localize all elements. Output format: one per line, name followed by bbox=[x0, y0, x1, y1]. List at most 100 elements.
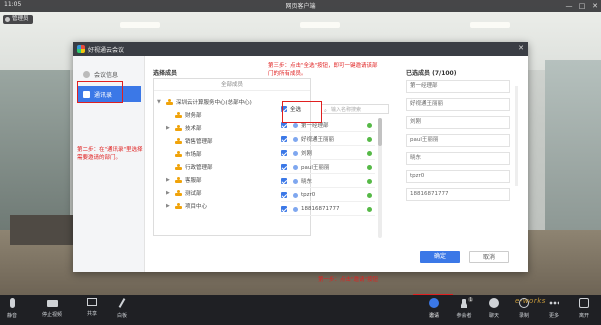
member-checkbox[interactable] bbox=[281, 178, 287, 184]
selected-member[interactable]: 刘刚 bbox=[406, 116, 510, 129]
member-row[interactable]: 好视通王丽丽 bbox=[281, 133, 375, 146]
chevron-down-icon[interactable]: ▼ bbox=[157, 99, 163, 105]
online-status-icon bbox=[367, 179, 372, 184]
tree-node[interactable]: ▶ 测试部 bbox=[166, 187, 202, 198]
toolbar-label: 共享 bbox=[86, 311, 97, 317]
toolbar-label: 白板 bbox=[116, 313, 127, 319]
tree-node-label: 技术部 bbox=[185, 125, 202, 132]
leave-button[interactable]: 离开 bbox=[572, 298, 596, 322]
tree-node-label: 客服部 bbox=[185, 177, 202, 184]
mute-button[interactable]: 静音 bbox=[0, 298, 24, 322]
tree-node[interactable]: 市场部 bbox=[166, 148, 202, 159]
tree-node-label: 销售管理部 bbox=[185, 138, 213, 145]
maximize-button[interactable]: □ bbox=[576, 0, 588, 12]
dialog-titlebar[interactable]: 好视通云会议 ✕ bbox=[73, 42, 528, 56]
highlight-select-all bbox=[282, 101, 322, 123]
user-icon bbox=[5, 17, 10, 22]
ceiling-light bbox=[470, 22, 510, 28]
meeting-toolbar: 静音 停止视频 共享 白板 邀请 1 参会者 聊天 录制 更多 离开 bbox=[0, 295, 601, 325]
user-icon bbox=[293, 122, 298, 128]
tree-node[interactable]: ▶ 项目中心 bbox=[166, 200, 207, 211]
toolbar-label: 参会者 bbox=[456, 313, 472, 319]
user-icon bbox=[293, 164, 298, 170]
chat-button[interactable]: 聊天 bbox=[482, 298, 506, 322]
toolbar-label: 停止视频 bbox=[41, 312, 62, 318]
watermark-logo: e-works bbox=[515, 297, 546, 305]
tree-node[interactable]: 行政管理部 bbox=[166, 161, 213, 172]
chevron-right-icon[interactable]: ▶ bbox=[166, 190, 172, 196]
whiteboard-icon bbox=[118, 298, 126, 308]
top-status-bar: 11:05 网页客户端 — □ ✕ bbox=[0, 0, 601, 12]
selected-member[interactable]: tpzr0 bbox=[406, 170, 510, 183]
chevron-right-icon[interactable]: ▶ bbox=[166, 203, 172, 209]
member-checkbox[interactable] bbox=[281, 192, 287, 198]
tree-node-label: 财务部 bbox=[185, 112, 202, 119]
sidebar-item-label: 会议信息 bbox=[94, 71, 119, 79]
member-row[interactable]: 晓东 bbox=[281, 175, 375, 188]
ok-button[interactable]: 确定 bbox=[420, 251, 460, 263]
host-badge[interactable]: 管理员 bbox=[3, 15, 33, 24]
user-icon bbox=[293, 178, 298, 184]
selected-member[interactable]: 好视通王丽丽 bbox=[406, 98, 510, 111]
office-window bbox=[0, 70, 70, 230]
selected-member[interactable]: paul王丽丽 bbox=[406, 134, 510, 147]
dialog-close-button[interactable]: ✕ bbox=[518, 44, 524, 52]
tree-node[interactable]: 销售管理部 bbox=[166, 135, 213, 146]
scrollbar-thumb[interactable] bbox=[378, 118, 382, 146]
member-row[interactable]: 刘刚 bbox=[281, 147, 375, 160]
online-status-icon bbox=[367, 151, 372, 156]
window-title: 网页客户端 bbox=[285, 3, 316, 10]
user-icon bbox=[293, 150, 298, 156]
org-icon bbox=[166, 98, 173, 105]
microphone-icon bbox=[9, 298, 15, 308]
org-icon bbox=[175, 189, 182, 196]
tree-node[interactable]: 财务部 bbox=[166, 109, 202, 120]
member-checkbox[interactable] bbox=[281, 164, 287, 170]
selected-member[interactable]: 18816871777 bbox=[406, 188, 510, 201]
online-status-icon bbox=[367, 165, 372, 170]
stop-video-button[interactable]: 停止视频 bbox=[40, 298, 64, 322]
whiteboard-button[interactable]: 白板 bbox=[110, 298, 134, 322]
share-button[interactable]: 共享 bbox=[80, 298, 104, 322]
chevron-right-icon[interactable]: ▶ bbox=[166, 177, 172, 183]
invite-button[interactable]: 邀请 bbox=[422, 298, 446, 322]
invite-icon bbox=[429, 298, 439, 308]
member-name: 18816871777 bbox=[301, 206, 340, 212]
user-icon bbox=[293, 192, 298, 198]
org-icon bbox=[175, 137, 182, 144]
member-checkbox[interactable] bbox=[281, 150, 287, 156]
member-checkbox[interactable] bbox=[281, 136, 287, 142]
step3-annotation: 第三步：点击"全选"按钮，即可一键邀请该部门的所有成员。 bbox=[268, 63, 378, 77]
tree-node[interactable]: ▶ 技术部 bbox=[166, 122, 202, 133]
selected-member[interactable]: 第一经理部 bbox=[406, 80, 510, 93]
tree-search-field[interactable]: 全部成员 bbox=[154, 79, 310, 91]
participants-button[interactable]: 1 参会者 bbox=[452, 297, 476, 322]
org-icon bbox=[175, 150, 182, 157]
leave-icon bbox=[579, 298, 589, 308]
office-partition bbox=[10, 215, 80, 245]
member-search-input[interactable]: ⌕ 输入名称搜索 bbox=[321, 104, 389, 114]
member-name: 晓东 bbox=[301, 179, 313, 185]
sidebar-item-meeting-info[interactable]: 会议信息 bbox=[77, 66, 141, 82]
selected-scrollbar[interactable] bbox=[515, 86, 518, 186]
member-scrollbar[interactable] bbox=[378, 118, 382, 238]
tree-node[interactable]: ▼ 深圳云计算服务中心(总部中心) bbox=[157, 96, 252, 107]
dialog-title: 好视通云会议 bbox=[88, 47, 125, 54]
chevron-right-icon[interactable]: ▶ bbox=[166, 125, 172, 131]
member-search-placeholder: 输入名称搜索 bbox=[331, 107, 362, 113]
selected-member[interactable]: 晓东 bbox=[406, 152, 510, 165]
window-close-button[interactable]: ✕ bbox=[589, 0, 601, 12]
user-icon bbox=[293, 206, 298, 212]
org-icon bbox=[175, 111, 182, 118]
member-row[interactable]: paul王丽丽 bbox=[281, 161, 375, 174]
online-status-icon bbox=[367, 193, 372, 198]
member-checkbox[interactable] bbox=[281, 206, 287, 212]
dialog-main: 选择成员 全部成员 ▼ 深圳云计算服务中心(总部中心) 财务部 ▶ 技术部 销售… bbox=[145, 56, 528, 272]
toolbar-label: 聊天 bbox=[488, 313, 499, 319]
minimize-button[interactable]: — bbox=[563, 0, 575, 12]
cancel-button[interactable]: 取消 bbox=[469, 251, 509, 263]
member-row[interactable]: tpzr0 bbox=[281, 189, 375, 202]
tree-node[interactable]: ▶ 客服部 bbox=[166, 174, 202, 185]
member-name: tpzr0 bbox=[301, 192, 316, 198]
member-row[interactable]: 18816871777 bbox=[281, 203, 375, 216]
